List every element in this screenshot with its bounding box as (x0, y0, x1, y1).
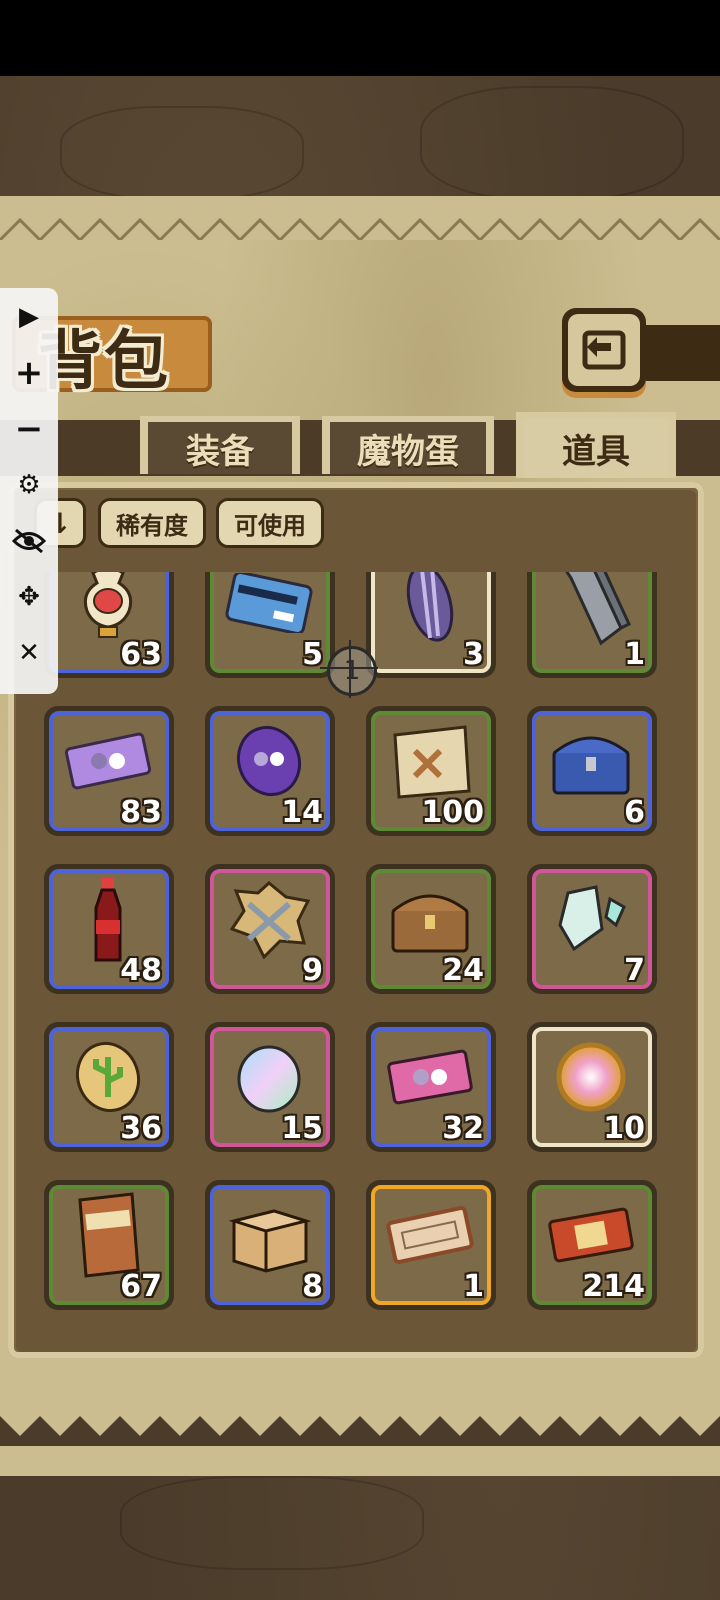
rainbow-orb-icon (541, 1032, 641, 1122)
back-arrow-icon (582, 330, 626, 370)
usable-filter-button[interactable]: 可使用 (216, 498, 324, 548)
tab-monster-eggs[interactable]: 魔物蛋 (322, 416, 494, 474)
move-icon: ✥ (18, 582, 40, 612)
crosshair-v-line (349, 640, 351, 698)
rainbow-crystal-icon (541, 874, 641, 964)
move-button[interactable]: ✥ (0, 572, 58, 622)
item-quantity: 1 (463, 1269, 484, 1304)
item-quantity: 32 (442, 1111, 484, 1146)
item-quantity: 10 (603, 1111, 645, 1146)
play-button[interactable]: ▶ (0, 292, 58, 342)
item-quantity: 3 (463, 637, 484, 672)
blue-chest-icon (541, 716, 641, 806)
item-slot[interactable]: 67 (44, 1180, 174, 1310)
item-slot[interactable]: 83 (44, 706, 174, 836)
item-slot[interactable]: 7 (527, 864, 657, 994)
item-quantity: 48 (120, 953, 162, 988)
banner-bottom-edge (0, 1372, 720, 1446)
snack-bag-icon (58, 1190, 158, 1280)
item-quantity: 83 (120, 795, 162, 830)
item-quantity: 67 (120, 1269, 162, 1304)
item-quantity: 36 (120, 1111, 162, 1146)
zoom-out-button[interactable]: − (0, 404, 58, 454)
item-slot[interactable]: 10 (527, 1022, 657, 1152)
wooden-chest-icon (380, 874, 480, 964)
close-icon: ✕ (18, 638, 40, 668)
crosshair-marker: 1 (327, 646, 377, 696)
item-quantity: 14 (281, 795, 323, 830)
status-bar (0, 0, 720, 76)
item-slot[interactable]: 5 (205, 572, 335, 678)
purple-ticket-icon (58, 716, 158, 806)
item-slot[interactable]: 15 (205, 1022, 335, 1152)
item-quantity: 6 (624, 795, 645, 830)
item-slot[interactable]: 6 (527, 706, 657, 836)
rarity-filter-button[interactable]: 稀有度 (98, 498, 206, 548)
sword-emblem-icon (219, 874, 319, 964)
item-slot[interactable]: 100 (366, 706, 496, 836)
back-bar (640, 325, 720, 381)
item-slot[interactable]: 1 (527, 572, 657, 678)
tab-items[interactable]: 道具 (516, 412, 676, 478)
item-slot[interactable]: 214 (527, 1180, 657, 1310)
item-slot[interactable]: 8 (205, 1180, 335, 1310)
red-ticket-icon (541, 1190, 641, 1280)
item-slot[interactable]: 24 (366, 864, 496, 994)
cola-bottle-icon (58, 874, 158, 964)
golden-ticket-icon (380, 1190, 480, 1280)
item-slot[interactable]: 9 (205, 864, 335, 994)
item-quantity: 100 (421, 795, 484, 830)
purple-coin-icon (219, 716, 319, 806)
item-slot[interactable]: 3 (366, 572, 496, 678)
item-quantity: 7 (624, 953, 645, 988)
cactus-cookie-icon (58, 1032, 158, 1122)
zoom-in-button[interactable]: + (0, 348, 58, 398)
close-button[interactable]: ✕ (0, 628, 58, 678)
item-quantity: 63 (120, 637, 162, 672)
minus-icon: − (14, 409, 44, 449)
item-slot[interactable]: 36 (44, 1022, 174, 1152)
rainbow-egg-icon (219, 1032, 319, 1122)
item-quantity: 24 (442, 953, 484, 988)
plus-icon: + (14, 353, 44, 393)
item-quantity: 8 (302, 1269, 323, 1304)
eye-off-icon (12, 528, 46, 554)
cardboard-box-icon (219, 1190, 319, 1280)
play-icon: ▶ (19, 302, 39, 332)
item-quantity: 15 (281, 1111, 323, 1146)
item-slot[interactable]: 14 (205, 706, 335, 836)
item-slot[interactable]: 32 (366, 1022, 496, 1152)
item-slot[interactable]: 63 (44, 572, 174, 678)
item-quantity: 9 (302, 953, 323, 988)
item-slot[interactable]: 48 (44, 864, 174, 994)
settings-button[interactable]: ⚙ (0, 460, 58, 510)
item-quantity: 1 (624, 637, 645, 672)
pink-ticket-icon (380, 1032, 480, 1122)
banner-top-edge (0, 196, 720, 240)
item-slot[interactable]: 1 (366, 1180, 496, 1310)
back-button[interactable] (562, 308, 646, 392)
gear-icon: ⚙ (17, 470, 41, 500)
treasure-map-icon (380, 716, 480, 806)
item-quantity: 214 (582, 1269, 645, 1304)
hide-button[interactable] (0, 516, 58, 566)
tab-equipment[interactable]: 装备 (140, 416, 300, 474)
overlay-toolbar: ▶ + − ⚙ ✥ ✕ (0, 288, 58, 694)
